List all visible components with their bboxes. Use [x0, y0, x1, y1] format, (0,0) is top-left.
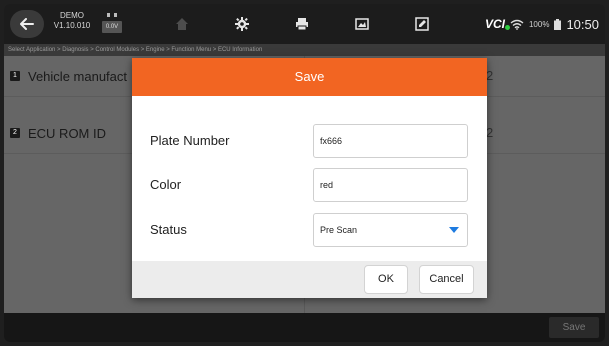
dialog-footer: OK Cancel	[132, 261, 487, 298]
plate-number-input[interactable]	[313, 124, 468, 158]
vci-connected-dot	[504, 25, 510, 30]
print-icon	[296, 18, 308, 31]
back-arrow-icon	[20, 18, 34, 30]
status-selected-value: Pre Scan	[320, 225, 358, 235]
row-value: 2	[486, 125, 494, 140]
row-value: 2	[486, 68, 494, 83]
home-button[interactable]	[152, 4, 212, 44]
battery-icon	[554, 18, 562, 30]
app-frame: DEMO V1.10.010 0.0V VCI 100% 10:50 Selec…	[4, 4, 605, 342]
wifi-icon	[510, 19, 524, 30]
status-row: Status Pre Scan	[132, 213, 487, 247]
voltage-value: 0.0V	[102, 21, 122, 33]
status-area: VCI 100% 10:50	[485, 4, 599, 44]
edit-icon	[415, 17, 429, 31]
voltage-indicator: 0.0V	[102, 11, 122, 35]
clock: 10:50	[566, 16, 599, 32]
color-label: Color	[150, 177, 182, 192]
home-icon	[176, 18, 188, 30]
row-number: 1	[10, 71, 20, 81]
color-input[interactable]	[313, 168, 468, 202]
bottom-save-button[interactable]: Save	[549, 317, 599, 338]
dropdown-arrow-icon	[449, 227, 459, 233]
bottom-bar: Save	[4, 313, 605, 342]
screenshot-button[interactable]	[332, 4, 392, 44]
save-dialog: Save Plate Number Color Status Pre Scan …	[132, 58, 487, 298]
demo-label: DEMO	[60, 11, 84, 20]
settings-button[interactable]	[212, 4, 272, 44]
plate-number-label: Plate Number	[150, 133, 230, 148]
battery-percent: 100%	[528, 19, 550, 29]
plate-number-row: Plate Number	[132, 124, 487, 158]
top-bar: DEMO V1.10.010 0.0V VCI 100% 10:50	[4, 4, 605, 44]
status-label: Status	[150, 222, 187, 237]
app-info: DEMO V1.10.010	[50, 11, 94, 31]
vci-label: VCI	[484, 17, 505, 31]
breadcrumb: Select Application > Diagnosis > Control…	[4, 44, 605, 56]
cancel-button[interactable]: Cancel	[419, 265, 474, 294]
row-number: 2	[10, 128, 20, 138]
back-button[interactable]	[10, 10, 44, 38]
dialog-title: Save	[132, 58, 487, 96]
toolbar	[152, 4, 452, 44]
row-label: Vehicle manufact	[28, 68, 128, 84]
ok-button[interactable]: OK	[364, 265, 408, 294]
screenshot-icon	[355, 18, 369, 30]
edit-button[interactable]	[392, 4, 452, 44]
gear-icon	[235, 17, 249, 31]
row-label: ECU ROM ID	[28, 125, 106, 141]
vci-indicator: VCI	[484, 17, 510, 31]
version-label: V1.10.010	[53, 21, 91, 30]
color-row: Color	[132, 168, 487, 202]
status-select[interactable]: Pre Scan	[313, 213, 468, 247]
car-battery-icon	[107, 13, 117, 17]
print-button[interactable]	[272, 4, 332, 44]
